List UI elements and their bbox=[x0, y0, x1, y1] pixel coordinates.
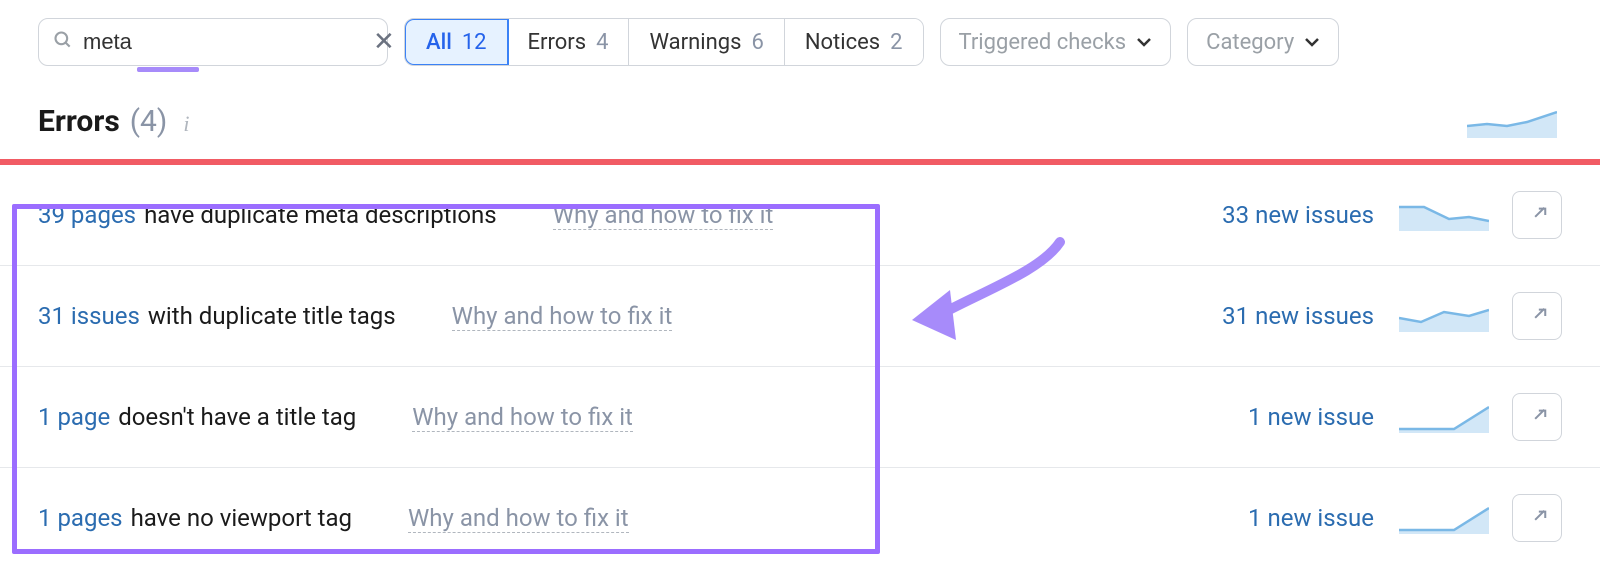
open-report-button[interactable] bbox=[1512, 191, 1562, 239]
open-report-button[interactable] bbox=[1512, 494, 1562, 542]
issue-description: have duplicate meta descriptions bbox=[144, 201, 497, 229]
filter-tab-notices[interactable]: Notices 2 bbox=[785, 19, 923, 65]
section-header: Errors (4) i bbox=[0, 94, 1600, 159]
open-report-button[interactable] bbox=[1512, 393, 1562, 441]
section-count: (4) bbox=[130, 104, 168, 139]
issue-count-link[interactable]: 31 issues bbox=[38, 302, 140, 330]
tab-label: Warnings bbox=[649, 30, 741, 55]
new-issues-link[interactable]: 31 new issues bbox=[1204, 302, 1374, 330]
issue-row: 1 pages have no viewport tag Why and how… bbox=[0, 468, 1600, 568]
tab-label: All bbox=[426, 30, 452, 55]
tab-label: Notices bbox=[805, 30, 880, 55]
why-and-how-link[interactable]: Why and how to fix it bbox=[408, 504, 629, 533]
issue-row: 31 issues with duplicate title tags Why … bbox=[0, 266, 1600, 367]
filter-tabs: All 12 Errors 4 Warnings 6 Notices 2 bbox=[404, 18, 924, 66]
section-title: Errors bbox=[38, 104, 120, 139]
issue-row: 39 pages have duplicate meta description… bbox=[0, 165, 1600, 266]
filter-tab-all[interactable]: All 12 bbox=[404, 18, 509, 66]
new-issues-link[interactable]: 1 new issue bbox=[1204, 504, 1374, 532]
search-icon bbox=[53, 30, 73, 54]
clear-search-button[interactable]: ✕ bbox=[371, 27, 397, 57]
row-sparkline bbox=[1394, 199, 1494, 231]
issue-count-link[interactable]: 39 pages bbox=[38, 201, 136, 229]
tab-count: 2 bbox=[890, 30, 902, 55]
filter-tab-errors[interactable]: Errors 4 bbox=[508, 19, 630, 65]
issue-description: with duplicate title tags bbox=[148, 302, 396, 330]
chevron-down-icon bbox=[1136, 33, 1152, 52]
tab-count: 4 bbox=[596, 30, 608, 55]
tab-count: 6 bbox=[751, 30, 763, 55]
search-field-wrapper[interactable]: ✕ bbox=[38, 18, 388, 66]
dropdown-label: Triggered checks bbox=[959, 30, 1127, 55]
section-sparkline bbox=[1462, 106, 1562, 138]
search-highlight-underline bbox=[137, 67, 199, 72]
row-sparkline bbox=[1394, 300, 1494, 332]
tab-label: Errors bbox=[528, 30, 587, 55]
issue-count-link[interactable]: 1 page bbox=[38, 403, 110, 431]
dropdown-label: Category bbox=[1206, 30, 1294, 55]
chevron-down-icon bbox=[1304, 33, 1320, 52]
issue-count-link[interactable]: 1 pages bbox=[38, 504, 123, 532]
search-input[interactable] bbox=[83, 29, 371, 55]
why-and-how-link[interactable]: Why and how to fix it bbox=[553, 201, 774, 230]
new-issues-link[interactable]: 1 new issue bbox=[1204, 403, 1374, 431]
info-icon[interactable]: i bbox=[183, 111, 189, 137]
category-dropdown[interactable]: Category bbox=[1187, 18, 1339, 66]
open-report-button[interactable] bbox=[1512, 292, 1562, 340]
issue-description: have no viewport tag bbox=[131, 504, 352, 532]
why-and-how-link[interactable]: Why and how to fix it bbox=[452, 302, 673, 331]
issue-row: 1 page doesn't have a title tag Why and … bbox=[0, 367, 1600, 468]
filter-tab-warnings[interactable]: Warnings 6 bbox=[629, 19, 784, 65]
triggered-checks-dropdown[interactable]: Triggered checks bbox=[940, 18, 1172, 66]
row-sparkline bbox=[1394, 502, 1494, 534]
tab-count: 12 bbox=[462, 30, 487, 55]
why-and-how-link[interactable]: Why and how to fix it bbox=[412, 403, 633, 432]
new-issues-link[interactable]: 33 new issues bbox=[1204, 201, 1374, 229]
issue-description: doesn't have a title tag bbox=[118, 403, 356, 431]
row-sparkline bbox=[1394, 401, 1494, 433]
